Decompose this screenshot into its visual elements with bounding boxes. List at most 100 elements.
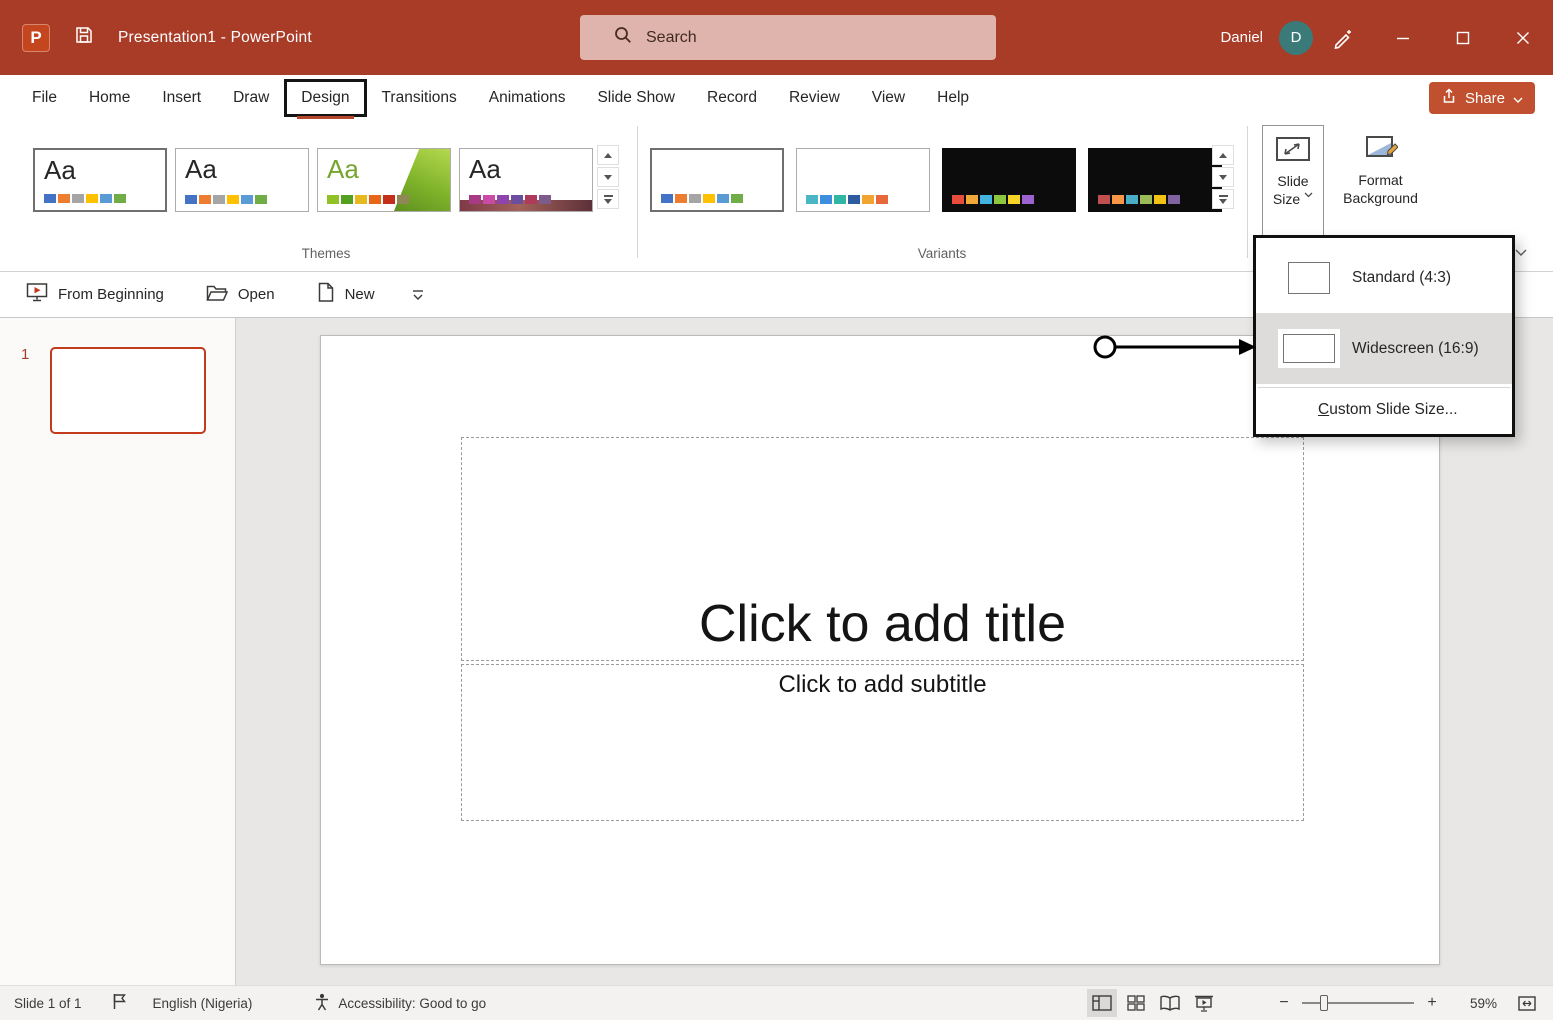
variant-3[interactable] [942,148,1076,212]
from-beginning-icon [26,282,48,307]
accessibility-label: Accessibility: Good to go [338,995,487,1011]
format-background-icon [1365,136,1398,157]
title-placeholder-text: Click to add title [698,595,1067,653]
variants-more-icon[interactable] [1212,189,1234,209]
widescreen-label: Widescreen (16:9) [1352,339,1479,357]
variant-4[interactable] [1088,148,1222,212]
fit-slide-to-window-icon[interactable] [1513,989,1541,1017]
tab-file[interactable]: File [16,80,73,116]
theme-ion[interactable]: Aa [459,148,593,212]
share-button[interactable]: Share [1428,82,1535,114]
zoom-level[interactable]: 59% [1457,996,1497,1011]
powerpoint-logo-icon: P [22,23,50,52]
tab-help[interactable]: Help [921,80,985,116]
variants-scroll-down-icon[interactable] [1212,167,1234,187]
tab-animations[interactable]: Animations [473,80,582,116]
tab-review[interactable]: Review [773,80,856,116]
theme-office-selected[interactable]: Aa [33,148,167,212]
slide-size-label-1: Slide [1277,173,1309,189]
tab-draw[interactable]: Draw [217,80,285,116]
tab-slide-show[interactable]: Slide Show [581,80,691,116]
menu-separator [1258,387,1510,388]
theme-office-2[interactable]: Aa [175,148,309,212]
themes-more-icon[interactable] [597,189,619,209]
collapse-ribbon-icon[interactable] [1515,244,1527,262]
format-background-label-1: Format [1358,172,1403,188]
user-avatar[interactable]: D [1279,20,1313,55]
tab-insert[interactable]: Insert [146,80,217,116]
menu-item-standard-4-3[interactable]: Standard (4:3) [1256,242,1512,313]
theme-sample-text: Aa [44,155,76,185]
annotation-arrow [1093,335,1256,359]
variant-1-selected[interactable] [650,148,784,212]
zoom-in-button[interactable]: + [1423,994,1441,1012]
variant-swatches [661,194,743,203]
new-label: New [344,286,375,303]
from-beginning-button[interactable]: From Beginning [26,282,164,307]
title-placeholder[interactable]: Click to add title [461,437,1304,661]
tab-home[interactable]: Home [73,80,146,116]
language-status[interactable]: English (Nigeria) [153,996,253,1011]
zoom-slider[interactable] [1302,995,1414,1011]
theme-facet[interactable]: Aa [317,148,451,212]
themes-scroll-down-icon[interactable] [597,167,619,187]
search-placeholder: Search [646,28,697,46]
close-button[interactable] [1493,0,1553,75]
accessibility-icon [314,993,330,1014]
open-button[interactable]: Open [206,284,275,306]
standard-ratio-icon [1288,261,1330,294]
theme-swatches [185,195,267,204]
share-label: Share [1464,89,1505,107]
custom-slide-size-accelerator: C [1318,401,1330,418]
title-bar: P Presentation1 - PowerPoint Search Dani… [0,0,1553,75]
slideshow-view-button[interactable] [1189,989,1219,1017]
theme-sample-text: Aa [469,154,501,184]
variant-swatches [1098,195,1180,204]
new-button[interactable]: New [317,282,375,307]
subtitle-placeholder-text: Click to add subtitle [778,671,987,698]
zoom-out-button[interactable]: − [1275,994,1293,1012]
save-icon[interactable] [74,25,94,50]
format-background-label-2: Background [1343,190,1418,206]
user-name: Daniel [1220,29,1263,46]
normal-view-button[interactable] [1087,989,1117,1017]
search-icon [613,25,633,50]
variant-swatches [952,195,1034,204]
tab-record[interactable]: Record [691,80,773,116]
variants-scroll-up-icon[interactable] [1212,145,1234,165]
variants-scroll-controls [1212,145,1234,209]
subtitle-placeholder[interactable]: Click to add subtitle [461,664,1304,821]
slide-size-icon [1276,137,1310,161]
share-icon [1441,88,1457,108]
search-input[interactable]: Search [580,15,996,60]
themes-scroll-up-icon[interactable] [597,145,619,165]
slide-thumbnail-pane: 1 [0,318,236,985]
theme-swatches [327,195,409,204]
maximize-button[interactable] [1433,0,1493,75]
slide-sorter-view-button[interactable] [1121,989,1151,1017]
accessibility-status[interactable]: Accessibility: Good to go [314,993,486,1014]
tab-transitions[interactable]: Transitions [366,80,473,116]
minimize-button[interactable] [1373,0,1433,75]
presenter-pen-icon[interactable] [1313,0,1373,75]
themes-scroll-controls [597,145,619,209]
tab-design[interactable]: Design [284,78,367,119]
tab-view[interactable]: View [856,80,921,116]
variant-2[interactable] [796,148,930,212]
menu-item-widescreen-16-9[interactable]: Widescreen (16:9) [1256,313,1512,384]
open-folder-icon [206,284,229,306]
proofing-flag-icon[interactable] [112,993,127,1013]
customize-quick-actions-icon[interactable] [411,289,425,301]
themes-gallery: Aa Aa Aa Aa [33,148,593,212]
status-bar: Slide 1 of 1 English (Nigeria) Accessibi… [0,985,1553,1020]
menu-item-custom-slide-size[interactable]: Custom Slide Size... [1256,391,1512,429]
reading-view-button[interactable] [1155,989,1185,1017]
chevron-down-icon [1304,192,1313,198]
ribbon-group-divider [637,126,638,258]
slide-1-thumbnail[interactable] [50,347,206,434]
slide-size-button[interactable]: Slide Size [1262,125,1324,237]
slide-counter[interactable]: Slide 1 of 1 [14,996,82,1011]
document-title: Presentation1 - PowerPoint [118,28,312,46]
zoom-slider-thumb[interactable] [1319,995,1328,1011]
format-background-button[interactable]: Format Background [1333,125,1428,237]
